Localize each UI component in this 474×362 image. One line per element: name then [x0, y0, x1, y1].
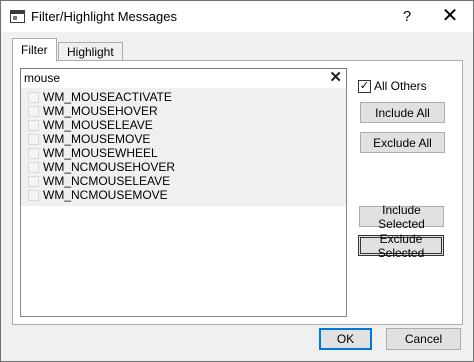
cancel-button[interactable]: Cancel: [386, 328, 461, 350]
close-icon[interactable]: ✕: [438, 5, 462, 27]
list-item[interactable]: WM_MOUSEHOVER: [21, 104, 346, 118]
message-list[interactable]: WM_MOUSEACTIVATE WM_MOUSEHOVER WM_MOUSEL…: [20, 87, 347, 317]
message-label: WM_MOUSEMOVE: [43, 132, 151, 146]
message-label: WM_NCMOUSEMOVE: [43, 188, 168, 202]
list-item[interactable]: WM_NCMOUSEMOVE: [21, 188, 346, 202]
message-checkbox[interactable]: [28, 176, 39, 187]
exclude-selected-button[interactable]: Exclude Selected: [358, 232, 444, 260]
list-item[interactable]: WM_MOUSEWHEEL: [21, 146, 346, 160]
title-bar: Filter/Highlight Messages ? ✕: [1, 1, 473, 32]
message-label: WM_NCMOUSELEAVE: [43, 174, 171, 188]
tab-filter[interactable]: Filter: [12, 38, 57, 62]
message-label: WM_MOUSEHOVER: [43, 104, 158, 118]
message-label: WM_MOUSELEAVE: [43, 118, 153, 132]
exclude-all-button[interactable]: Exclude All: [360, 132, 445, 153]
list-item[interactable]: WM_NCMOUSEHOVER: [21, 160, 346, 174]
message-checkbox[interactable]: [28, 134, 39, 145]
tab-highlight[interactable]: Highlight: [58, 42, 123, 61]
message-checkbox[interactable]: [28, 148, 39, 159]
search-input[interactable]: [24, 70, 314, 86]
clear-search-icon[interactable]: ✕: [329, 69, 342, 87]
message-label: WM_MOUSEWHEEL: [43, 146, 158, 160]
help-button[interactable]: ?: [395, 5, 419, 27]
window-title: Filter/Highlight Messages: [31, 9, 177, 24]
search-box: ✕: [20, 68, 347, 89]
message-checkbox[interactable]: [28, 120, 39, 131]
include-all-button[interactable]: Include All: [360, 102, 445, 123]
message-label: WM_MOUSEACTIVATE: [43, 90, 172, 104]
message-checkbox[interactable]: [28, 92, 39, 103]
include-selected-button[interactable]: Include Selected: [359, 203, 444, 231]
window-app-icon: [10, 10, 25, 23]
list-item[interactable]: WM_MOUSELEAVE: [21, 118, 346, 132]
all-others-label: All Others: [374, 79, 427, 93]
list-item[interactable]: WM_MOUSEMOVE: [21, 132, 346, 146]
message-checkbox[interactable]: [28, 162, 39, 173]
message-checkbox[interactable]: [28, 190, 39, 201]
list-item[interactable]: WM_MOUSEACTIVATE: [21, 90, 346, 104]
list-item[interactable]: WM_NCMOUSELEAVE: [21, 174, 346, 188]
ok-button[interactable]: OK: [319, 328, 372, 350]
message-list-items: WM_MOUSEACTIVATE WM_MOUSEHOVER WM_MOUSEL…: [21, 88, 346, 206]
all-others-check-icon[interactable]: ✓: [358, 80, 371, 93]
message-checkbox[interactable]: [28, 106, 39, 117]
message-label: WM_NCMOUSEHOVER: [43, 160, 176, 174]
